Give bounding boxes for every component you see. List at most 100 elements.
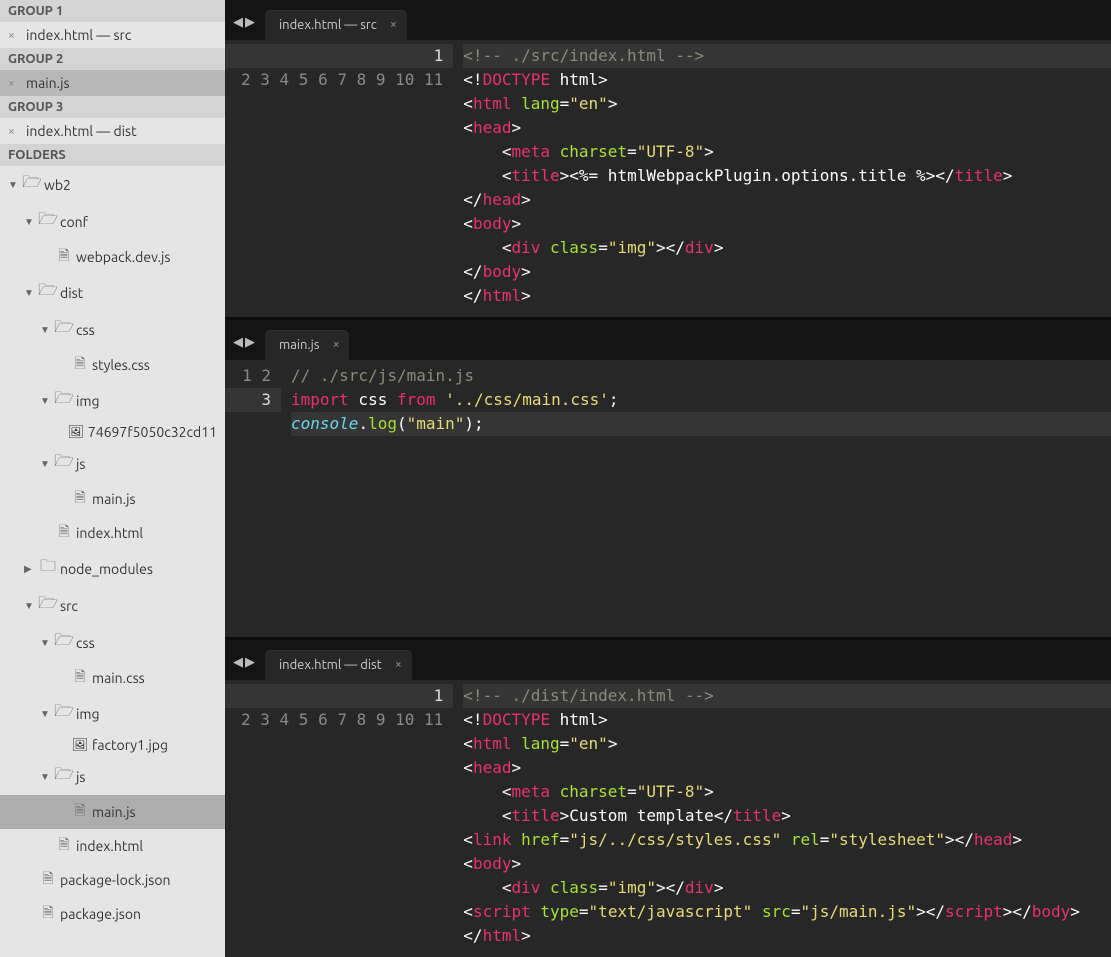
folder-item[interactable]: js [0,445,225,482]
folder-icon [40,555,56,582]
file-item[interactable]: index.html [0,516,225,550]
tree-label: img [76,706,100,722]
chevron-down-icon[interactable] [40,395,52,407]
nav-back-icon[interactable]: ◀ [233,655,243,670]
open-file-label: index.html — src [26,27,131,43]
tree-label: src [60,598,78,614]
tree-label: node_modules [60,561,153,577]
chevron-down-icon[interactable] [24,600,36,612]
folder-item[interactable]: dist [0,274,225,311]
open-file-label: main.js [26,75,70,91]
file-item[interactable]: 74697f5050c32cd11 [0,419,225,445]
folder-open-icon [24,171,40,198]
tree-label: main.js [92,491,136,507]
tree-label: img [76,393,100,409]
file-icon [72,353,88,377]
open-file-label: index.html — dist [26,123,137,139]
tree-label: package-lock.json [60,872,171,888]
tab-label: main.js [279,338,319,352]
file-item[interactable]: factory1.jpg [0,732,225,758]
chevron-down-icon[interactable] [40,324,52,336]
img-icon [68,425,84,440]
tab-label: index.html — dist [279,658,382,672]
tab-label: index.html — src [279,18,377,32]
tree-label: 74697f5050c32cd11 [88,424,217,440]
nav-fwd-icon[interactable]: ▶ [245,15,255,30]
folder-item[interactable]: css [0,624,225,661]
chevron-down-icon[interactable] [24,216,36,228]
editor-tab[interactable]: index.html — src × [265,10,407,40]
file-icon [56,834,72,858]
chevron-right-icon[interactable] [24,563,36,575]
open-file-item[interactable]: × index.html — src [0,22,225,48]
nav-back-icon[interactable]: ◀ [233,335,243,350]
tree-label: main.js [92,804,136,820]
editor-pane: ◀▶ main.js × 1 2 3// ./src/js/main.js impo… [225,320,1111,637]
line-gutter: 1 2 3 [225,360,281,637]
tree-label: main.css [92,670,145,686]
nav-fwd-icon[interactable]: ▶ [245,335,255,350]
folder-open-icon [56,316,72,343]
open-file-item[interactable]: × index.html — dist [0,118,225,144]
code-area[interactable]: 1 2 3 4 5 6 7 8 9 10 11<!-- ./dist/index… [225,680,1111,957]
close-icon[interactable]: × [8,77,18,90]
code-content[interactable]: <!-- ./src/index.html --> <!DOCTYPE html… [453,40,1111,317]
group-header[interactable]: GROUP 3 [0,96,225,118]
folder-open-icon [56,450,72,477]
chevron-down-icon[interactable] [40,708,52,720]
folder-open-icon [40,208,56,235]
file-item[interactable]: package-lock.json [0,863,225,897]
folder-item[interactable]: src [0,587,225,624]
chevron-down-icon[interactable] [40,458,52,470]
code-content[interactable]: <!-- ./dist/index.html --> <!DOCTYPE htm… [453,680,1111,957]
tree-label: css [76,635,95,651]
group-header[interactable]: GROUP 2 [0,48,225,70]
img-icon [72,738,88,753]
folder-item[interactable]: css [0,311,225,348]
code-area[interactable]: 1 2 3 4 5 6 7 8 9 10 11<!-- ./src/index.… [225,40,1111,317]
folder-item[interactable]: conf [0,203,225,240]
nav-arrows: ◀▶ [231,15,261,40]
tree-label: js [76,769,85,785]
group-header[interactable]: GROUP 1 [0,0,225,22]
chevron-down-icon[interactable] [8,179,20,191]
folder-item[interactable]: js [0,758,225,795]
chevron-down-icon[interactable] [40,637,52,649]
folder-item[interactable]: wb2 [0,166,225,203]
close-icon[interactable]: × [8,29,18,42]
tab-bar: ◀▶ index.html — src × [225,0,1111,40]
nav-back-icon[interactable]: ◀ [233,15,243,30]
folder-open-icon [40,279,56,306]
tree-label: webpack.dev.js [76,249,170,265]
file-item[interactable]: main.js [0,795,225,829]
tree-label: package.json [60,906,141,922]
tree-label: dist [60,285,83,301]
tab-bar: ◀▶ index.html — dist × [225,640,1111,680]
open-file-item[interactable]: × main.js [0,70,225,96]
folder-item[interactable]: img [0,382,225,419]
file-item[interactable]: package.json [0,897,225,931]
line-gutter: 1 2 3 4 5 6 7 8 9 10 11 [225,40,453,317]
tree-label: index.html [76,838,143,854]
file-item[interactable]: index.html [0,829,225,863]
close-icon[interactable]: × [390,18,397,31]
folder-item[interactable]: img [0,695,225,732]
tree-label: factory1.jpg [92,737,168,753]
nav-fwd-icon[interactable]: ▶ [245,655,255,670]
file-tree: wb2confwebpack.dev.jsdistcssstyles.cssim… [0,166,225,931]
file-item[interactable]: main.css [0,661,225,695]
chevron-down-icon[interactable] [40,771,52,783]
editor-tab[interactable]: main.js × [265,330,349,360]
folder-item[interactable]: node_modules [0,550,225,587]
close-icon[interactable]: × [395,658,402,671]
editor-tab[interactable]: index.html — dist × [265,650,412,680]
close-icon[interactable]: × [333,338,340,351]
chevron-down-icon[interactable] [24,287,36,299]
code-content[interactable]: // ./src/js/main.js import css from '../… [281,360,1111,637]
file-item[interactable]: styles.css [0,348,225,382]
file-icon [72,487,88,511]
file-item[interactable]: webpack.dev.js [0,240,225,274]
code-area[interactable]: 1 2 3// ./src/js/main.js import css from… [225,360,1111,637]
close-icon[interactable]: × [8,125,18,138]
file-item[interactable]: main.js [0,482,225,516]
